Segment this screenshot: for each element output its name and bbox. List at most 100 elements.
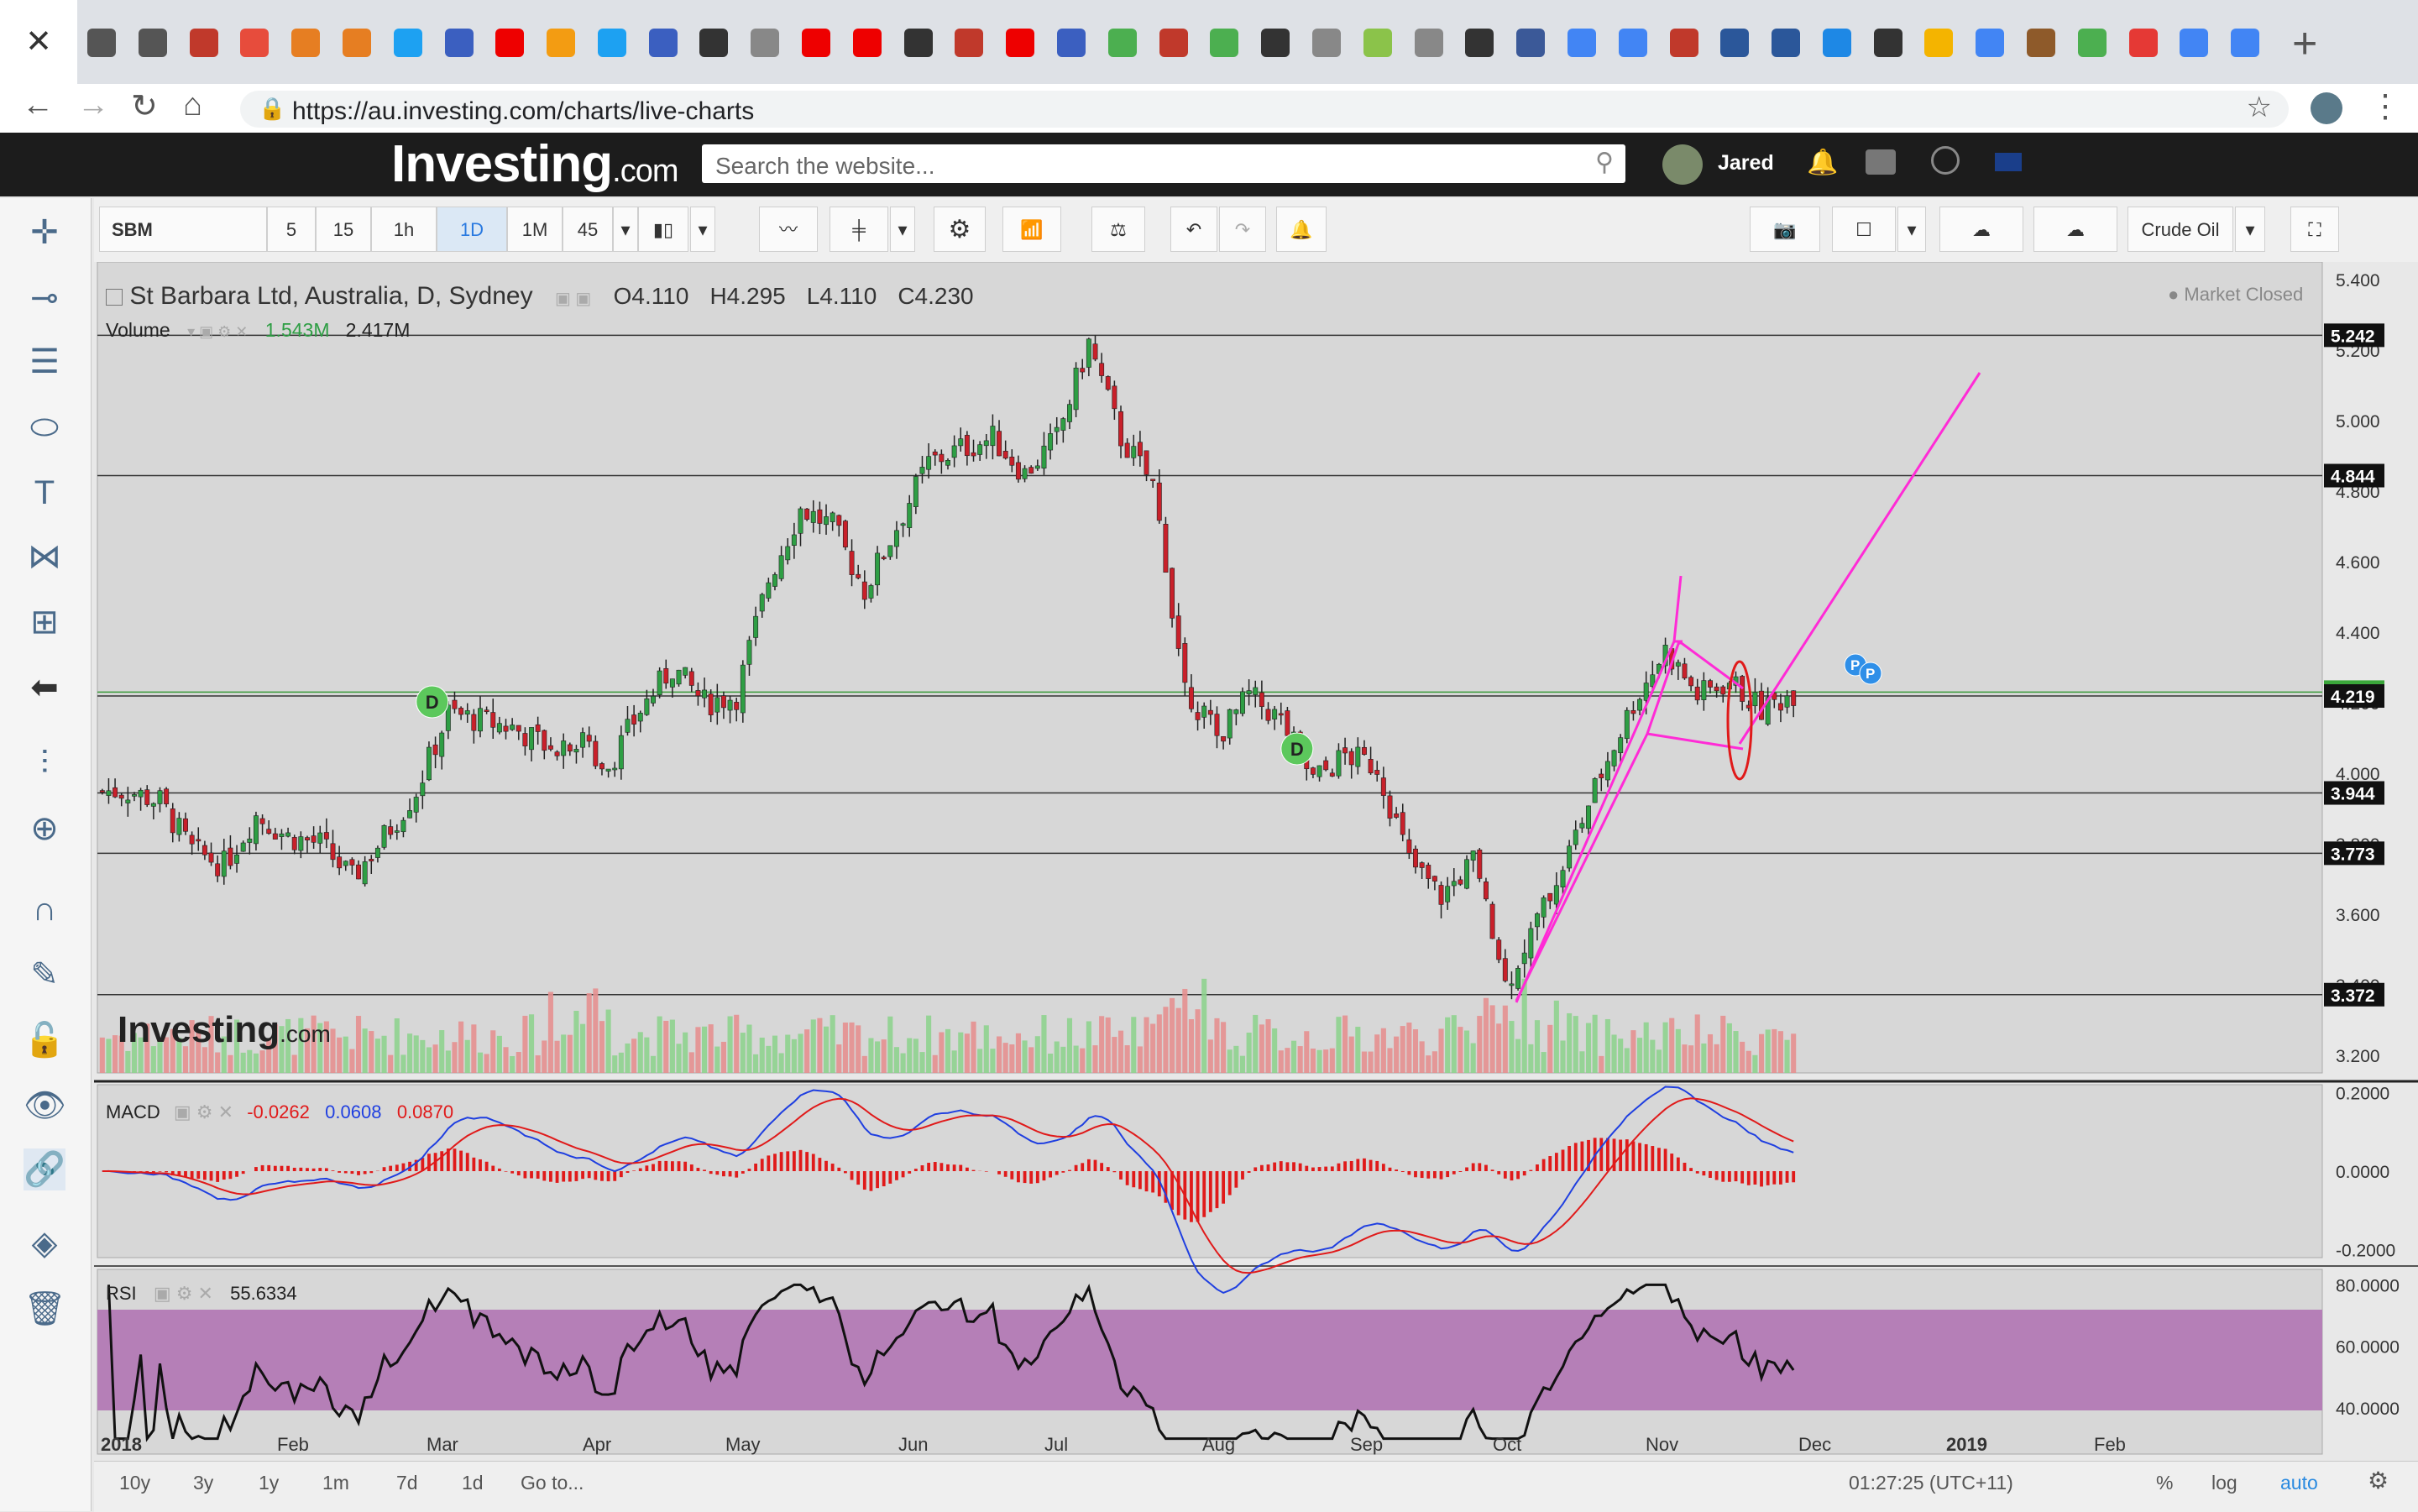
symbol-input[interactable]: SBM	[99, 207, 267, 252]
tab-favicon-icon[interactable]	[1618, 29, 1647, 57]
tab-favicon-icon[interactable]	[1311, 29, 1341, 57]
address-bar[interactable]: 🔒 https://au.investing.com/charts/live-c…	[240, 91, 2289, 128]
chart-type-dropdown[interactable]: ▾	[690, 207, 715, 252]
fullscreen-icon[interactable]: ⛶	[2290, 207, 2339, 252]
compare-symbol[interactable]: Crude Oil	[2128, 207, 2233, 252]
cloud-download-icon[interactable]: ☁	[1939, 207, 2023, 252]
range-button[interactable]: 3y	[193, 1472, 213, 1494]
range-button[interactable]: 1y	[259, 1472, 279, 1494]
close-tab-icon[interactable]: ✕	[0, 0, 77, 84]
chart-canvas[interactable]: DDPP 5.4005.2005.0004.8004.6004.4004.200…	[94, 262, 2418, 1461]
interval-button[interactable]: 1M	[507, 207, 563, 252]
shapes-icon[interactable]: ⬭	[24, 406, 65, 448]
home-icon[interactable]: ⌂	[183, 87, 202, 123]
search-icon[interactable]: ⚲	[1595, 148, 1614, 177]
auto-toggle[interactable]: auto	[2280, 1472, 2318, 1494]
fib-icon[interactable]: ☰	[24, 341, 65, 383]
tab-favicon-icon[interactable]	[1567, 29, 1596, 57]
percent-toggle[interactable]: %	[2156, 1472, 2173, 1494]
tab-favicon-icon[interactable]	[1261, 29, 1290, 57]
log-toggle[interactable]: log	[2211, 1472, 2237, 1494]
interval-dropdown[interactable]: ▾	[613, 207, 638, 252]
magnet-icon[interactable]: ∩	[24, 888, 65, 930]
layers-icon[interactable]: ◈	[24, 1222, 65, 1264]
volume-controls-icon[interactable]: ▾ ▣ ⚙ ✕	[187, 323, 248, 340]
tab-favicon-icon[interactable]	[1669, 29, 1698, 57]
interval-button[interactable]: 5	[267, 207, 316, 252]
tab-favicon-icon[interactable]	[547, 29, 576, 57]
line-chart-icon[interactable]: 〰	[759, 207, 818, 252]
tab-favicon-icon[interactable]	[1107, 29, 1137, 57]
settings-gear-icon[interactable]: ⚙	[934, 207, 986, 252]
trash-icon[interactable]: 🗑	[24, 1288, 66, 1330]
back-icon[interactable]: ←	[22, 87, 54, 123]
clock-icon[interactable]	[1931, 146, 1960, 175]
tab-favicon-icon[interactable]	[648, 29, 678, 57]
range-button[interactable]: 7d	[396, 1472, 418, 1494]
compare-icon[interactable]: ⚖	[1091, 207, 1145, 252]
range-button[interactable]: 1d	[462, 1472, 484, 1494]
tab-favicon-icon[interactable]	[2180, 29, 2209, 57]
redo-icon[interactable]: ↷	[1219, 207, 1266, 252]
bars-dropdown[interactable]: ▾	[890, 207, 915, 252]
pattern-icon[interactable]: ⋈	[24, 536, 65, 578]
tab-favicon-icon[interactable]	[1772, 29, 1801, 57]
tab-favicon-icon[interactable]	[495, 29, 525, 57]
tab-favicon-icon[interactable]	[852, 29, 882, 57]
tab-favicon-icon[interactable]	[342, 29, 371, 57]
undo-icon[interactable]: ↶	[1170, 207, 1217, 252]
link-icon[interactable]: 🔗	[24, 1148, 65, 1190]
site-search-input[interactable]: Search the website... ⚲	[702, 144, 1625, 183]
alert-icon[interactable]: 🔔	[1276, 207, 1327, 252]
tab-favicon-icon[interactable]	[1465, 29, 1494, 57]
compare-dropdown[interactable]: ▾	[2235, 207, 2265, 252]
tab-favicon-icon[interactable]	[903, 29, 933, 57]
eye-icon[interactable]: 👁	[24, 1085, 66, 1127]
tab-favicon-icon[interactable]	[1720, 29, 1750, 57]
measure-icon[interactable]: ⊞	[24, 601, 65, 643]
reload-icon[interactable]: ↻	[131, 87, 158, 125]
tab-favicon-icon[interactable]	[802, 29, 831, 57]
browser-menu-icon[interactable]: ⋮	[2369, 87, 2401, 125]
tab-favicon-icon[interactable]	[1976, 29, 2005, 57]
zoom-in-icon[interactable]: ⊕	[24, 808, 65, 850]
tab-favicon-icon[interactable]	[444, 29, 474, 57]
interval-button[interactable]: 1h	[371, 207, 437, 252]
tab-favicon-icon[interactable]	[2231, 29, 2260, 57]
interval-button[interactable]: 45	[563, 207, 613, 252]
candles-icon[interactable]: ▮▯	[638, 207, 688, 252]
forward-icon[interactable]: →	[77, 87, 109, 123]
investing-logo[interactable]: Investing.com	[391, 133, 679, 203]
tab-favicon-icon[interactable]	[1873, 29, 1902, 57]
tab-favicon-icon[interactable]	[1363, 29, 1392, 57]
profile-avatar[interactable]	[2311, 92, 2342, 124]
tab-favicon-icon[interactable]	[597, 29, 626, 57]
tab-favicon-icon[interactable]	[1414, 29, 1443, 57]
notifications-bell-icon[interactable]: 🔔	[1807, 148, 1838, 177]
stay-in-drawing-icon[interactable]: ✎	[24, 954, 65, 996]
range-button[interactable]: 1m	[322, 1472, 349, 1494]
tab-favicon-icon[interactable]	[2027, 29, 2056, 57]
collapse-icon[interactable]	[106, 289, 123, 306]
tab-favicon-icon[interactable]	[2077, 29, 2107, 57]
bookmark-star-icon[interactable]: ☆	[2247, 91, 2272, 124]
layout-icon[interactable]: ☐	[1832, 207, 1896, 252]
tab-favicon-icon[interactable]	[2128, 29, 2158, 57]
interval-button[interactable]: 15	[316, 207, 371, 252]
australia-flag-icon[interactable]	[1995, 153, 2022, 171]
arrow-left-icon[interactable]: ⬅	[24, 667, 65, 709]
tab-favicon-icon[interactable]	[1516, 29, 1546, 57]
user-name[interactable]: Jared	[1718, 151, 1774, 175]
cloud-upload-icon[interactable]: ☁	[2033, 207, 2117, 252]
lock-drawings-icon[interactable]: 🔓	[24, 1019, 65, 1061]
bars-icon[interactable]: ╪	[830, 207, 888, 252]
user-avatar[interactable]	[1662, 144, 1703, 185]
tab-favicon-icon[interactable]	[1924, 29, 1954, 57]
tab-favicon-icon[interactable]	[87, 29, 116, 57]
range-button[interactable]: 10y	[119, 1472, 150, 1494]
tab-favicon-icon[interactable]	[291, 29, 321, 57]
chart-settings-icon[interactable]: ⚙	[2368, 1467, 2389, 1494]
tab-favicon-icon[interactable]	[1057, 29, 1086, 57]
tab-favicon-icon[interactable]	[751, 29, 780, 57]
long-position-icon[interactable]: ⫶	[24, 742, 65, 784]
